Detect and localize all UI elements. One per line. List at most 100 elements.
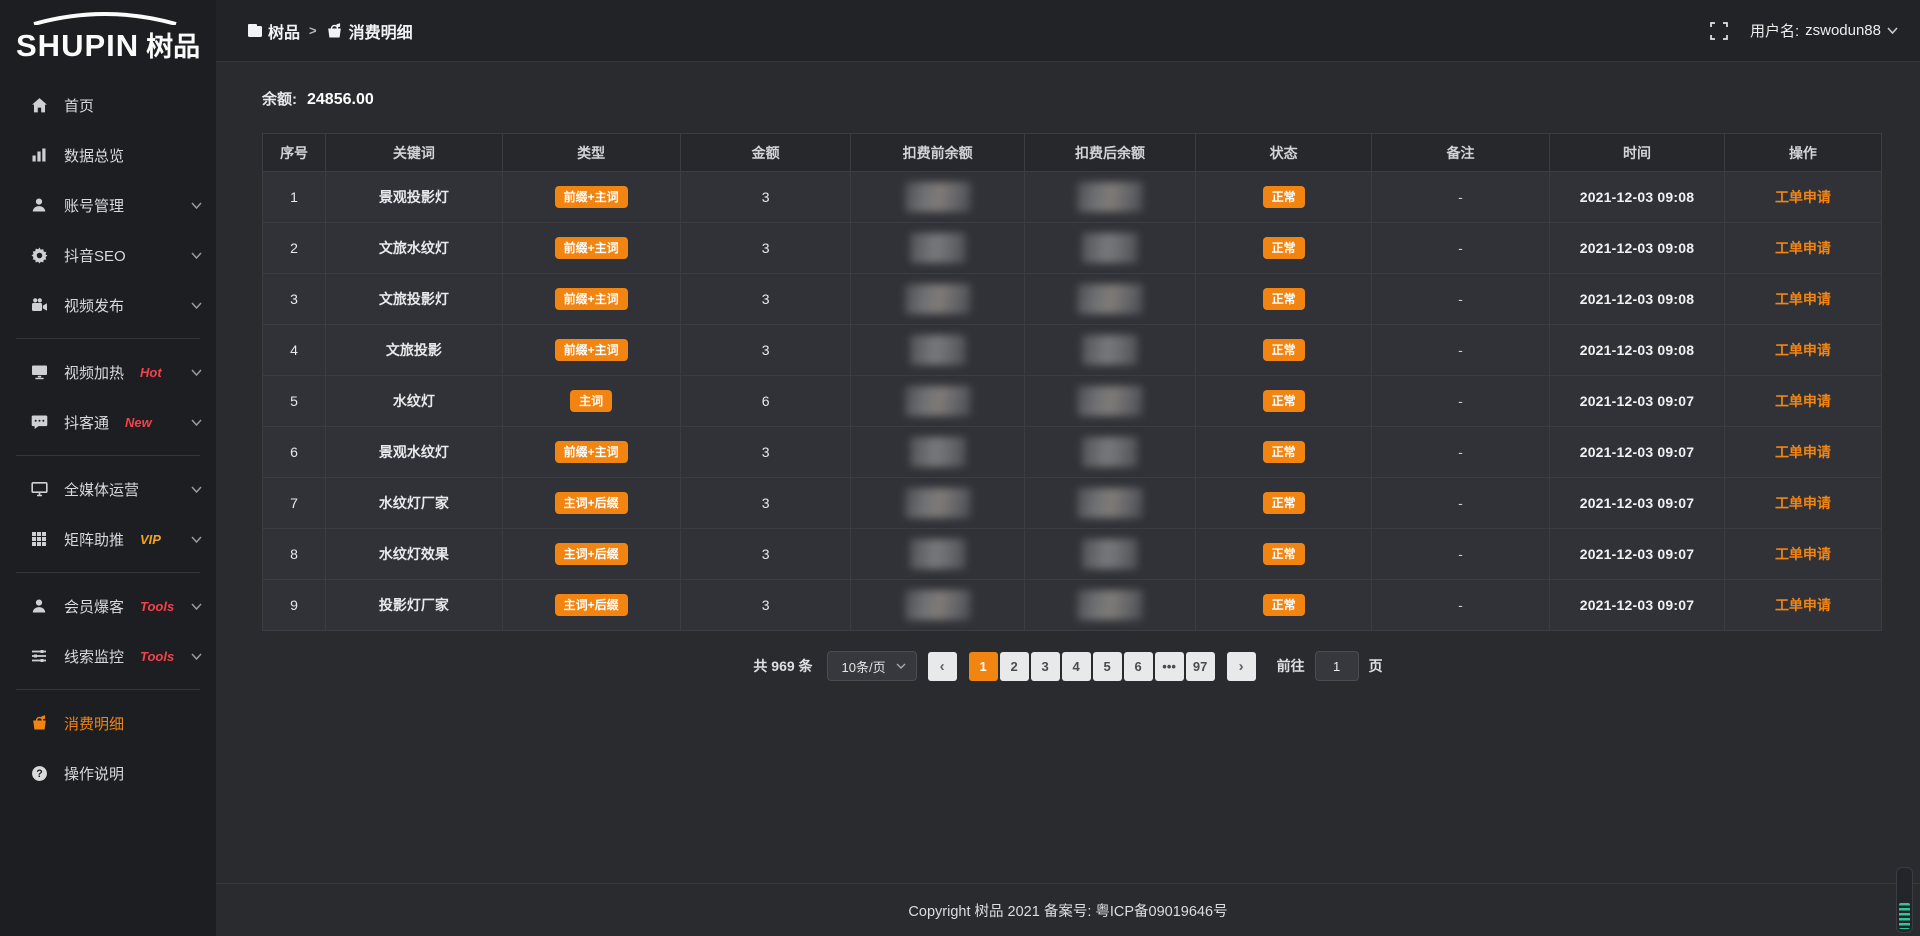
app-logo[interactable]: SHUPIN 树品 — [0, 0, 216, 70]
action-cell: 工单申请 — [1724, 427, 1881, 478]
status-badge: 正常 — [1263, 390, 1305, 412]
fullscreen-icon[interactable] — [1710, 22, 1728, 40]
sidebar-item-wallet[interactable]: 消费明细 — [0, 698, 216, 748]
balance-before-cell — [851, 223, 1024, 274]
breadcrumb-home[interactable]: 树品 — [248, 19, 300, 43]
sidebar-item-grid[interactable]: 矩阵助推VIP — [0, 514, 216, 564]
page-button-6[interactable]: 6 — [1124, 652, 1153, 681]
breadcrumb-current[interactable]: 消费明细 — [326, 19, 413, 43]
time-cell: 2021-12-03 09:08 — [1550, 223, 1725, 274]
remark-text: - — [1458, 240, 1463, 256]
ticket-apply-link[interactable]: 工单申请 — [1775, 393, 1831, 409]
balance-after-cell — [1024, 529, 1196, 580]
keyword-text: 文旅投影 — [386, 342, 442, 358]
amount-cell: 3 — [680, 274, 851, 325]
keyword-cell: 水纹灯效果 — [326, 529, 502, 580]
sidebar-item-chat[interactable]: 抖客通New — [0, 397, 216, 447]
sidebar-item-home[interactable]: 首页 — [0, 80, 216, 130]
table-row: 1景观投影灯前缀+主词3正常-2021-12-03 09:08工单申请 — [263, 172, 1882, 223]
sidebar-item-video-camera[interactable]: 视频发布 — [0, 280, 216, 330]
page-size-select[interactable]: 10条/页 — [827, 651, 917, 681]
row-index: 9 — [290, 597, 298, 613]
ticket-apply-link[interactable]: 工单申请 — [1775, 240, 1831, 256]
row-index: 6 — [290, 444, 298, 460]
page-button-97[interactable]: 97 — [1186, 652, 1215, 681]
breadcrumb-current-label: 消费明细 — [349, 19, 413, 43]
page-button-4[interactable]: 4 — [1062, 652, 1091, 681]
time-cell: 2021-12-03 09:07 — [1550, 478, 1725, 529]
consumption-table: 序号关键词类型金额扣费前余额扣费后余额状态备注时间操作 1景观投影灯前缀+主词3… — [262, 133, 1882, 631]
time-text: 2021-12-03 09:08 — [1580, 342, 1695, 358]
chevron-down-icon — [191, 252, 202, 259]
sidebar-item-label: 线索监控 — [64, 646, 124, 667]
ticket-apply-link[interactable]: 工单申请 — [1775, 597, 1831, 613]
redacted-balance-before — [910, 335, 966, 365]
status-cell: 正常 — [1196, 580, 1372, 631]
sidebar-item-member[interactable]: 会员爆客Tools — [0, 581, 216, 631]
prev-page-button[interactable]: ‹ — [928, 652, 957, 681]
table-row: 2文旅水纹灯前缀+主词3正常-2021-12-03 09:08工单申请 — [263, 223, 1882, 274]
next-page-button[interactable]: › — [1227, 652, 1256, 681]
user-menu[interactable]: 用户名: zswodun88 — [1750, 20, 1898, 41]
time-cell: 2021-12-03 09:08 — [1550, 274, 1725, 325]
gear-icon — [30, 246, 48, 264]
remark-text: - — [1458, 546, 1463, 562]
sidebar-item-monitor[interactable]: 全媒体运营 — [0, 464, 216, 514]
sidebar-item-label: 全媒体运营 — [64, 479, 139, 500]
status-cell: 正常 — [1196, 325, 1372, 376]
balance-before-cell — [851, 427, 1024, 478]
user-icon — [30, 196, 48, 214]
amount-cell: 3 — [680, 172, 851, 223]
index-cell: 6 — [263, 427, 326, 478]
balance-before-cell — [851, 580, 1024, 631]
remark-text: - — [1458, 189, 1463, 205]
redacted-balance-before — [905, 386, 971, 416]
keyword-text: 水纹灯效果 — [379, 546, 449, 562]
ticket-apply-link[interactable]: 工单申请 — [1775, 444, 1831, 460]
type-badge: 主词 — [570, 390, 612, 412]
side-float-widget[interactable] — [1896, 867, 1913, 933]
redacted-balance-before — [905, 590, 971, 620]
monitor-icon — [30, 480, 48, 498]
sidebar-item-bar-chart[interactable]: 数据总览 — [0, 130, 216, 180]
sidebar-item-badge: New — [125, 415, 152, 430]
chevron-down-icon — [191, 419, 202, 426]
amount-text: 3 — [762, 189, 770, 205]
type-badge: 主词+后缀 — [555, 594, 628, 616]
more-pages-button[interactable]: ••• — [1155, 652, 1184, 681]
page-button-2[interactable]: 2 — [1000, 652, 1029, 681]
goto-page-input[interactable] — [1315, 651, 1359, 681]
action-cell: 工单申请 — [1724, 223, 1881, 274]
home-icon — [30, 96, 48, 114]
table-row: 8水纹灯效果主词+后缀3正常-2021-12-03 09:07工单申请 — [263, 529, 1882, 580]
ticket-apply-link[interactable]: 工单申请 — [1775, 495, 1831, 511]
page-button-1[interactable]: 1 — [969, 652, 998, 681]
ticket-apply-link[interactable]: 工单申请 — [1775, 189, 1831, 205]
balance-after-cell — [1024, 376, 1196, 427]
sidebar-item-question[interactable]: ?操作说明 — [0, 748, 216, 798]
page-button-5[interactable]: 5 — [1093, 652, 1122, 681]
page-button-3[interactable]: 3 — [1031, 652, 1060, 681]
sidebar-item-gear[interactable]: 抖音SEO — [0, 230, 216, 280]
sidebar-item-sliders[interactable]: 线索监控Tools — [0, 631, 216, 681]
type-cell: 前缀+主词 — [502, 427, 680, 478]
action-cell: 工单申请 — [1724, 274, 1881, 325]
ticket-apply-link[interactable]: 工单申请 — [1775, 291, 1831, 307]
amount-cell: 3 — [680, 223, 851, 274]
type-cell: 主词 — [502, 376, 680, 427]
sidebar-item-user[interactable]: 账号管理 — [0, 180, 216, 230]
action-cell: 工单申请 — [1724, 478, 1881, 529]
copyright-text: Copyright 树品 2021 备案号: 粤ICP备09019646号 — [908, 900, 1227, 921]
type-cell: 主词+后缀 — [502, 529, 680, 580]
type-cell: 前缀+主词 — [502, 274, 680, 325]
username-value: zswodun88 — [1805, 22, 1881, 39]
ticket-apply-link[interactable]: 工单申请 — [1775, 546, 1831, 562]
column-header: 状态 — [1196, 134, 1372, 172]
remark-text: - — [1458, 495, 1463, 511]
table-row: 6景观水纹灯前缀+主词3正常-2021-12-03 09:07工单申请 — [263, 427, 1882, 478]
chevron-down-icon — [896, 663, 906, 669]
sliders-icon — [30, 647, 48, 665]
sidebar-item-screen-cast[interactable]: 视频加热Hot — [0, 347, 216, 397]
status-badge: 正常 — [1263, 339, 1305, 361]
ticket-apply-link[interactable]: 工单申请 — [1775, 342, 1831, 358]
